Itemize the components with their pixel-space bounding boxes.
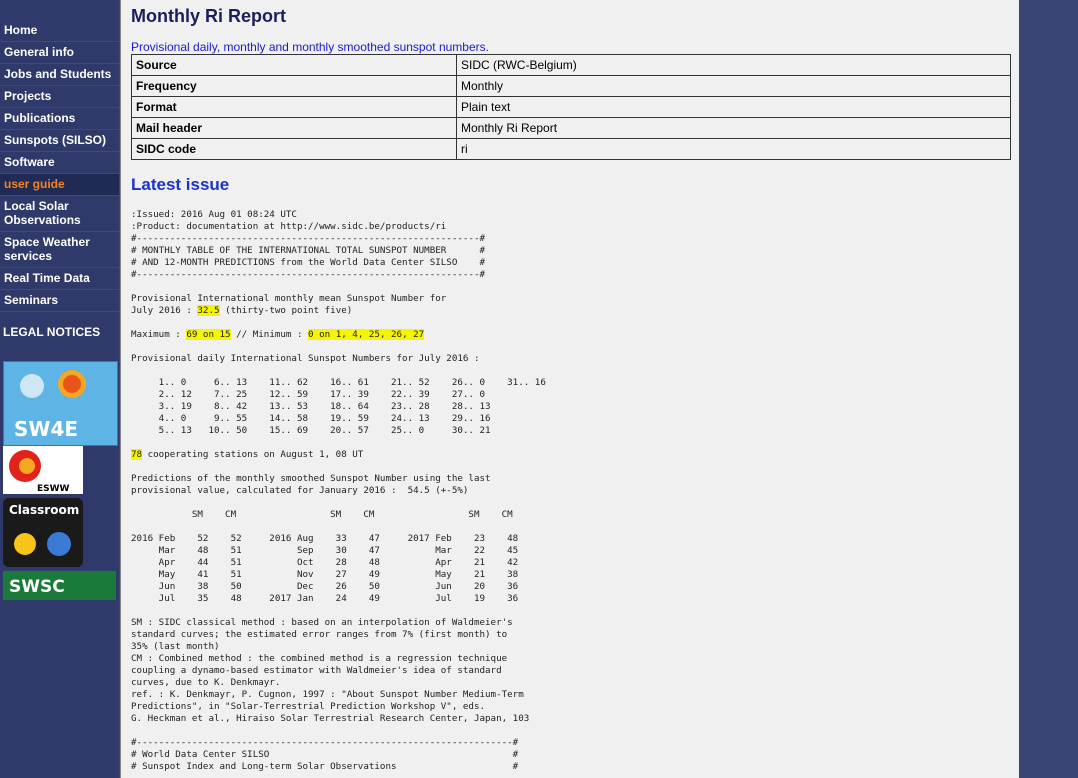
sidebar-item-general-info[interactable]: General info bbox=[0, 42, 119, 64]
table-value: SIDC (RWC-Belgium) bbox=[456, 54, 1011, 76]
sidebar-item-space-weather[interactable]: Space Weather services bbox=[0, 232, 119, 268]
table-row: Mail header Monthly Ri Report bbox=[131, 117, 1011, 139]
sidebar-item-software[interactable]: Software bbox=[0, 152, 119, 174]
report-daily: Provisional daily International Sunspot … bbox=[131, 353, 546, 436]
classroom-logo[interactable]: Classroom bbox=[3, 498, 83, 567]
product-info-table: Source SIDC (RWC-Belgium) Frequency Mont… bbox=[131, 54, 1011, 160]
right-margin bbox=[1019, 0, 1078, 778]
sidebar-item-seminars[interactable]: Seminars bbox=[0, 290, 119, 312]
esww-logo[interactable]: ESWW bbox=[3, 446, 83, 494]
svg-text:SWSC: SWSC bbox=[9, 577, 65, 597]
main-content: Monthly Ri Report Provisional daily, mon… bbox=[120, 0, 1019, 778]
svg-text:ESWW: ESWW bbox=[37, 484, 70, 494]
sw4e-logo[interactable]: SW4E bbox=[3, 361, 118, 446]
monthly-value-highlight: 32.5 bbox=[197, 305, 220, 316]
report-min-label: // Minimum : bbox=[230, 329, 309, 340]
sidebar-item-projects[interactable]: Projects bbox=[0, 86, 119, 108]
report-text: :Issued: 2016 Aug 01 08:24 UTC :Product:… bbox=[131, 209, 546, 773]
maximum-highlight: 69 on 15 bbox=[186, 329, 231, 340]
sidebar-item-sunspots[interactable]: Sunspots (SILSO) bbox=[0, 130, 119, 152]
table-value: Monthly Ri Report bbox=[456, 117, 1011, 139]
svg-text:Classroom: Classroom bbox=[9, 503, 79, 517]
latest-issue-heading: Latest issue bbox=[131, 175, 230, 194]
sidebar-item-local-solar[interactable]: Local Solar Observations bbox=[0, 196, 119, 232]
table-row: Source SIDC (RWC-Belgium) bbox=[131, 54, 1011, 76]
table-key: Frequency bbox=[131, 75, 457, 97]
legal-notices-link[interactable]: LEGAL NOTICES bbox=[3, 325, 100, 339]
table-key: Source bbox=[131, 54, 457, 76]
table-row: Frequency Monthly bbox=[131, 75, 1011, 97]
sidebar-nav: Home General info Jobs and Students Proj… bbox=[0, 20, 119, 312]
sidebar-item-publications[interactable]: Publications bbox=[0, 108, 119, 130]
report-rest: cooperating stations on August 1, 08 UT … bbox=[131, 449, 530, 772]
minimum-highlight: 0 on 1, 4, 25, 26, 27 bbox=[308, 329, 425, 340]
sidebar: Home General info Jobs and Students Proj… bbox=[0, 0, 119, 778]
table-key: SIDC code bbox=[131, 138, 457, 160]
sidebar-item-real-time-data[interactable]: Real Time Data bbox=[0, 268, 119, 290]
swsc-logo[interactable]: SWSC bbox=[3, 571, 116, 600]
table-row: Format Plain text bbox=[131, 96, 1011, 118]
page-subtitle: Provisional daily, monthly and monthly s… bbox=[131, 40, 489, 54]
table-value: Plain text bbox=[456, 96, 1011, 118]
sidebar-item-jobs[interactable]: Jobs and Students bbox=[0, 64, 119, 86]
sidebar-item-user-guide[interactable]: user guide bbox=[0, 174, 119, 196]
table-key: Mail header bbox=[131, 117, 457, 139]
table-key: Format bbox=[131, 96, 457, 118]
report-head: :Issued: 2016 Aug 01 08:24 UTC :Product:… bbox=[131, 209, 486, 316]
stations-highlight: 78 bbox=[131, 449, 143, 460]
sidebar-item-home[interactable]: Home bbox=[0, 20, 119, 42]
table-value: ri bbox=[456, 138, 1011, 160]
svg-text:SW4E: SW4E bbox=[14, 417, 78, 441]
page-title: Monthly Ri Report bbox=[131, 6, 286, 26]
table-value: Monthly bbox=[456, 75, 1011, 97]
table-row: SIDC code ri bbox=[131, 138, 1011, 160]
